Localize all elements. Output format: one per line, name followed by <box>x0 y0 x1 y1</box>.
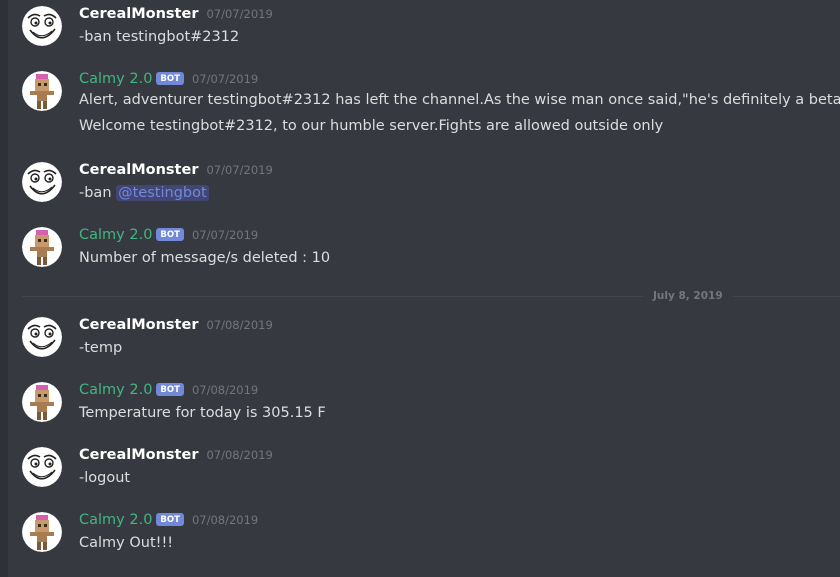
trollface-avatar[interactable] <box>22 447 62 487</box>
trollface-avatar[interactable] <box>22 162 62 202</box>
username[interactable]: Calmy 2.0 <box>79 512 152 528</box>
message-text: Alert, adventurer testingbot#2312 has le… <box>79 92 840 108</box>
pixel-character-avatar[interactable] <box>22 227 62 267</box>
timestamp: 07/07/2019 <box>206 163 273 177</box>
username[interactable]: CerealMonster <box>79 317 198 333</box>
date-divider-label: July 8, 2019 <box>643 289 733 303</box>
pixel-character-avatar[interactable] <box>22 512 62 552</box>
bot-tag: BOT <box>156 72 184 85</box>
timestamp: 07/07/2019 <box>191 228 259 242</box>
timestamp: 07/07/2019 <box>191 72 259 86</box>
username[interactable]: Calmy 2.0 <box>79 382 152 398</box>
pixel-character-avatar[interactable] <box>22 382 62 422</box>
bot-tag: BOT <box>156 513 184 526</box>
message-text: -ban testingbot#2312 <box>79 29 240 45</box>
message-text: Temperature for today is 305.15 F <box>79 405 326 421</box>
username[interactable]: Calmy 2.0 <box>79 71 152 87</box>
timestamp: 07/08/2019 <box>206 448 273 462</box>
trollface-avatar[interactable] <box>22 6 62 46</box>
message-text: Number of message/s deleted : 10 <box>79 250 331 266</box>
timestamp: 07/08/2019 <box>191 513 259 527</box>
pixel-character-avatar[interactable] <box>22 71 62 111</box>
timestamp: 07/08/2019 <box>191 383 259 397</box>
username[interactable]: Calmy 2.0 <box>79 227 152 243</box>
username[interactable]: CerealMonster <box>79 6 198 22</box>
message-text: Welcome testingbot#2312, to our humble s… <box>79 118 664 134</box>
message-text: Calmy Out!!! <box>79 535 174 551</box>
bot-tag: BOT <box>156 228 184 241</box>
message-text: -ban @testingbot <box>79 182 840 204</box>
message-prefix: -ban <box>79 185 117 201</box>
message-text: -logout <box>79 470 131 486</box>
bot-tag: BOT <box>156 383 184 396</box>
username[interactable]: CerealMonster <box>79 447 198 463</box>
username[interactable]: CerealMonster <box>79 162 198 178</box>
timestamp: 07/07/2019 <box>206 7 273 21</box>
message-text: -temp <box>79 340 123 356</box>
timestamp: 07/08/2019 <box>206 318 273 332</box>
channel-sidebar-edge <box>0 0 8 577</box>
trollface-avatar[interactable] <box>22 317 62 357</box>
user-mention[interactable]: @testingbot <box>116 185 209 201</box>
